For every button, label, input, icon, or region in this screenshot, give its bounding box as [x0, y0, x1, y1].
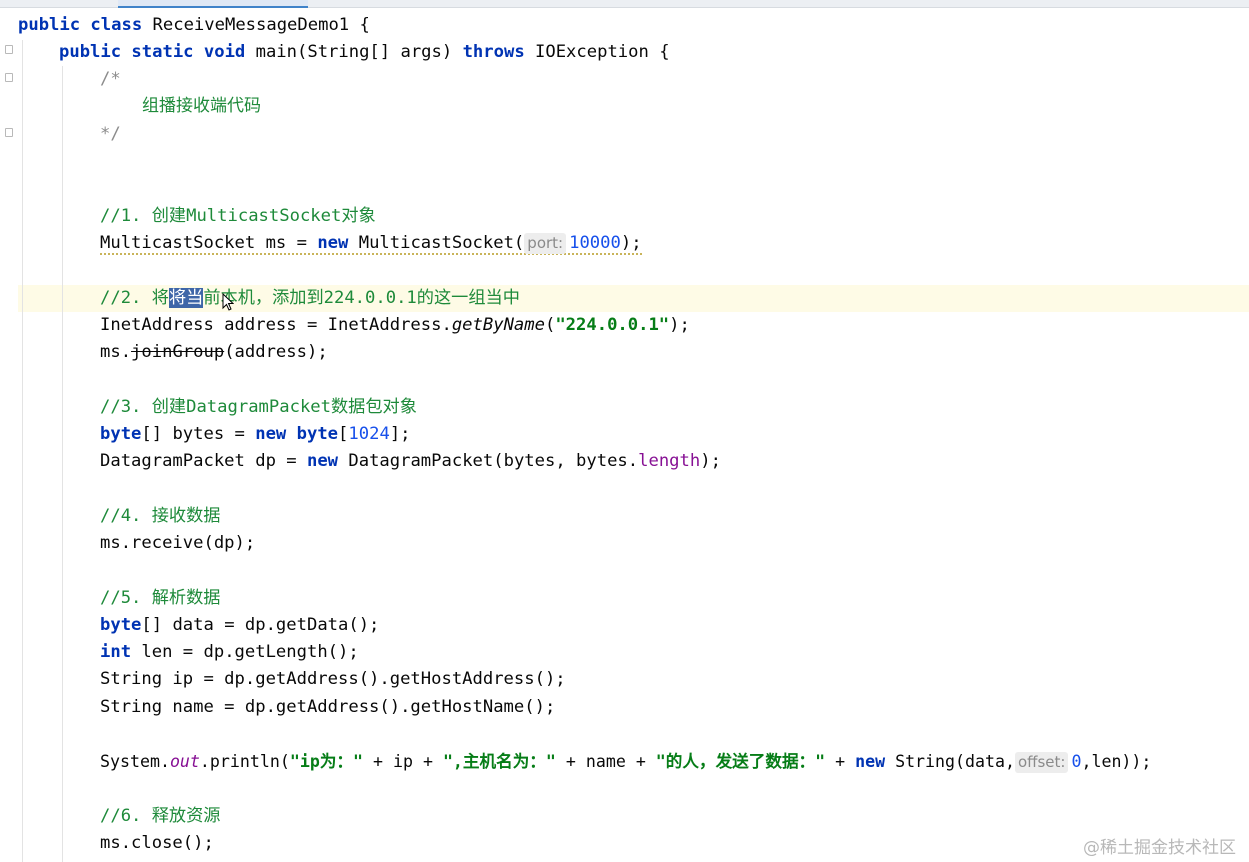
code-line: //5. 解析数据: [100, 588, 221, 608]
code-line: */: [100, 124, 121, 144]
code-line: /*: [100, 69, 121, 89]
code-line: 组播接收端代码: [142, 96, 261, 116]
code-editor[interactable]: public class ReceiveMessageDemo1 { publi…: [0, 8, 1249, 862]
active-editor-tab[interactable]: [118, 0, 308, 8]
code-line: //3. 创建DatagramPacket数据包对象: [100, 397, 417, 417]
parameter-hint: offset:: [1014, 752, 1069, 773]
text-selection[interactable]: 将当: [168, 288, 204, 308]
editor-tab-strip: [0, 0, 1249, 8]
code-line: String ip = dp.getAddress().getHostAddre…: [100, 669, 566, 689]
text-cursor-pointer-icon: [222, 293, 234, 311]
code-line: public class ReceiveMessageDemo1 {: [18, 15, 370, 35]
code-line: int len = dp.getLength();: [100, 642, 359, 662]
code-line: byte[] bytes = new byte[1024];: [100, 424, 411, 444]
code-line: //6. 释放资源: [100, 806, 221, 826]
code-line: byte[] data = dp.getData();: [100, 615, 380, 635]
code-line: ms.joinGroup(address);: [100, 342, 328, 362]
watermark: @稀土掘金技术社区: [1083, 838, 1236, 858]
code-line: //2. 将将当前本机，添加到224.0.0.1的这一组当中: [100, 288, 520, 308]
code-line: String name = dp.getAddress().getHostNam…: [100, 697, 556, 717]
code-line: InetAddress address = InetAddress.getByN…: [100, 315, 690, 335]
code-line: //1. 创建MulticastSocket对象: [100, 206, 376, 226]
code-line: ms.close();: [100, 833, 214, 853]
code-line: DatagramPacket dp = new DatagramPacket(b…: [100, 451, 721, 471]
code-line: System.out.println("ip为：" + ip + ",主机名为：…: [100, 752, 1152, 773]
parameter-hint: port:: [524, 233, 567, 254]
code-line: //4. 接收数据: [100, 506, 221, 526]
code-line: MulticastSocket ms = new MulticastSocket…: [100, 233, 642, 255]
code-line: ms.receive(dp);: [100, 533, 256, 553]
code-line: public static void main(String[] args) t…: [59, 42, 670, 62]
